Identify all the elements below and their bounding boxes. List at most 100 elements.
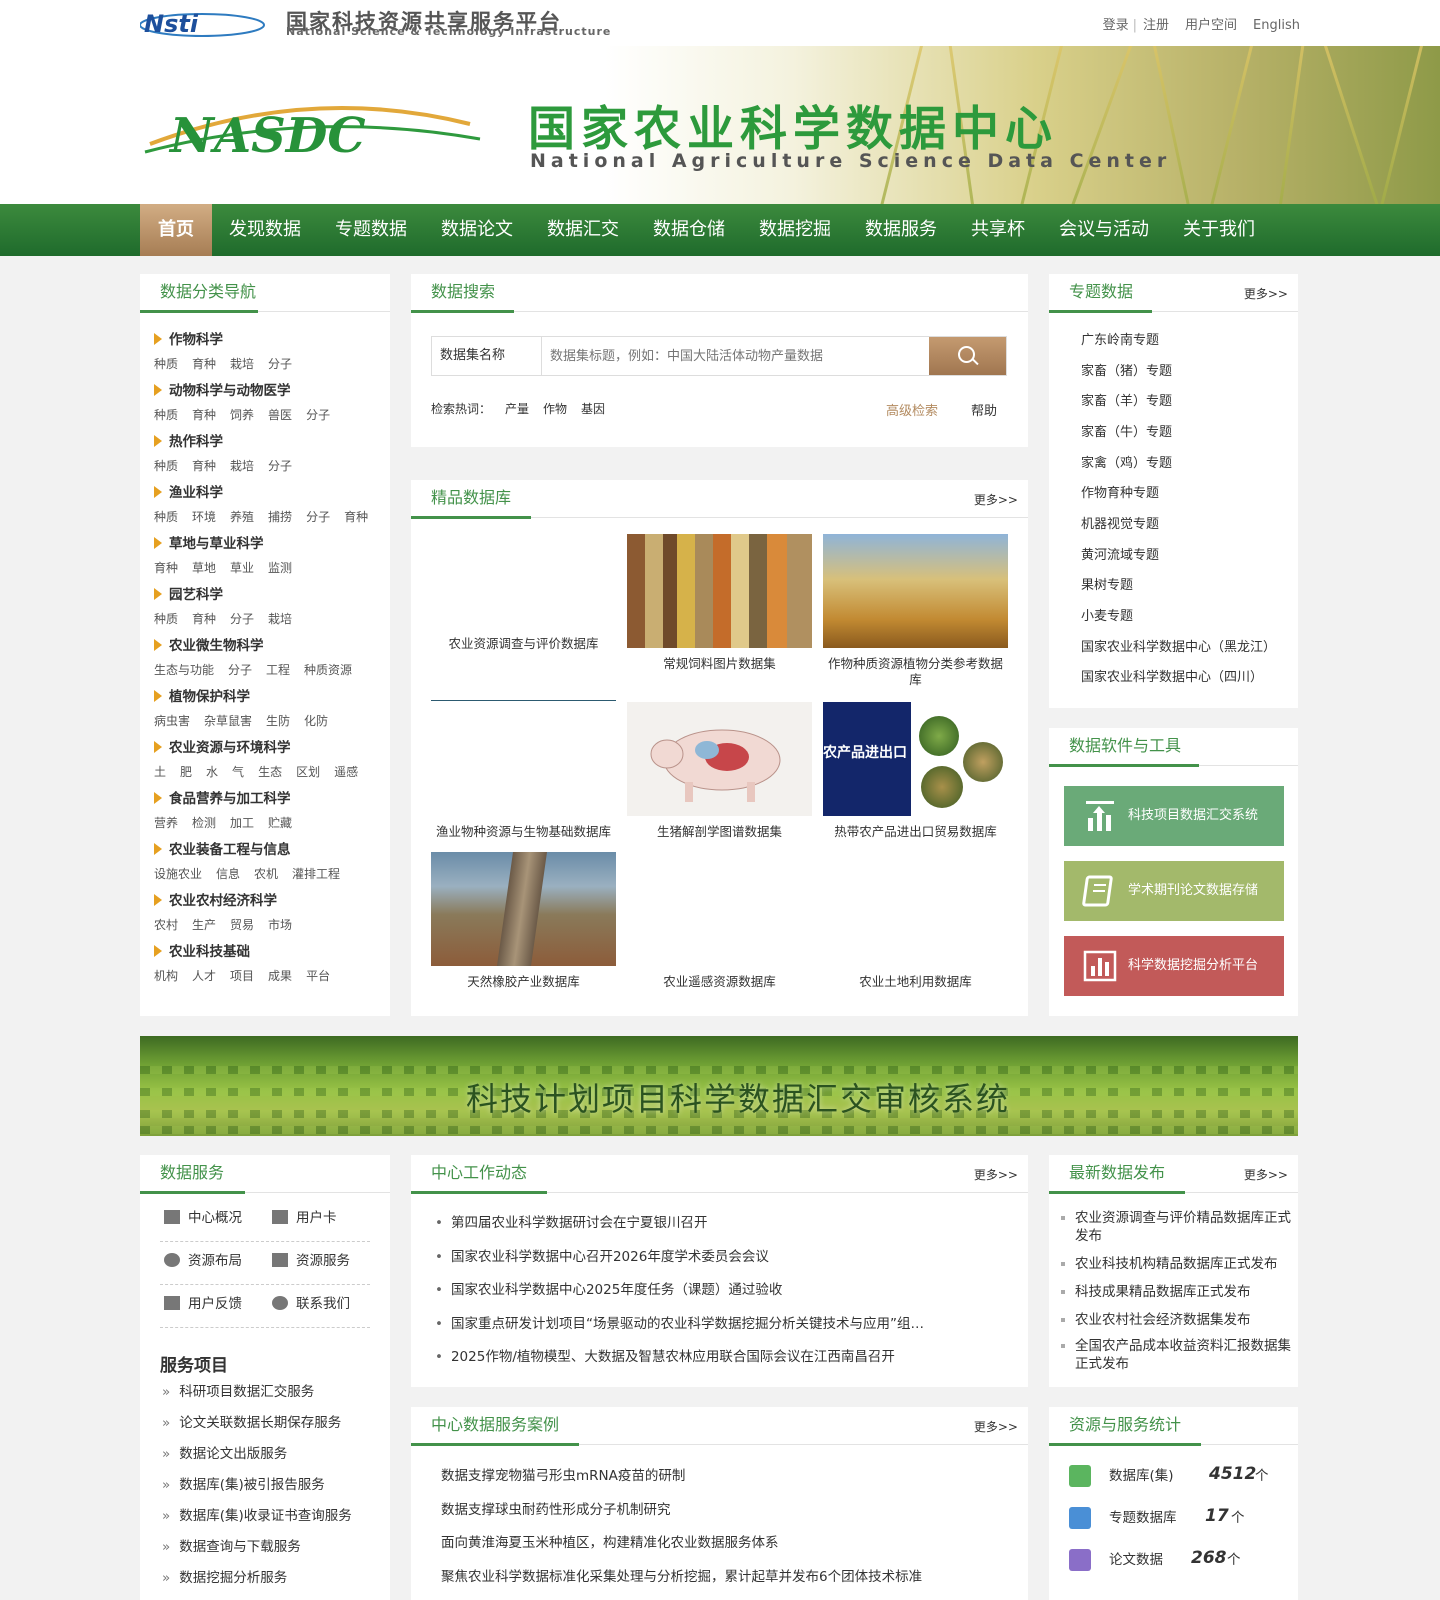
nasdc-logo[interactable]: NASDC [140,94,485,164]
subcategory[interactable]: 栽培 [230,459,254,473]
category-name[interactable]: 食品营养与加工科学 [154,787,380,811]
release-item[interactable]: 农业资源调查与评价精品数据库正式发布 [1061,1209,1295,1245]
topic-item[interactable]: 家畜（猪）专题 [1081,357,1291,387]
category-name[interactable]: 农业科技基础 [154,940,380,964]
subcategory[interactable]: 育种 [192,357,216,371]
nav-about[interactable]: 关于我们 [1166,204,1272,256]
subcategory[interactable]: 灌排工程 [292,867,340,881]
db-card[interactable]: 渔业物种资源与生物基础数据库 [431,702,616,852]
subcategory[interactable]: 育种 [192,408,216,422]
subcategory[interactable]: 信息 [216,867,240,881]
db-card-title[interactable]: 天然橡胶产业数据库 [431,974,616,990]
news-item[interactable]: 第四届农业科学数据研讨会在宁夏银川召开 [435,1207,935,1240]
nav-services[interactable]: 数据服务 [848,204,954,256]
subcategory[interactable]: 杂草鼠害 [204,714,252,728]
topic-item[interactable]: 家畜（牛）专题 [1081,418,1291,448]
subcategory[interactable]: 平台 [306,969,330,983]
subcategory[interactable]: 饲养 [230,408,254,422]
service-project-item[interactable]: 论文关联数据长期保存服务 [162,1408,341,1438]
category-name[interactable]: 植物保护科学 [154,685,380,709]
nav-papers[interactable]: 数据论文 [424,204,530,256]
more-link[interactable]: 更多>> [1244,1166,1288,1183]
subcategory[interactable]: 土 [154,765,166,779]
advanced-search-link[interactable]: 高级检索 [886,400,938,419]
subcategory[interactable]: 分子 [228,663,252,677]
subcategory[interactable]: 种质 [154,612,178,626]
subcategory[interactable]: 育种 [192,459,216,473]
subcategory[interactable]: 成果 [268,969,292,983]
release-item[interactable]: 农业农村社会经济数据集发布 [1061,1311,1295,1329]
category-name[interactable]: 园艺科学 [154,583,380,607]
hot-word[interactable]: 作物 [543,402,567,416]
case-item[interactable]: 面向黄淮海夏玉米种植区，构建精准化农业数据服务体系 [441,1527,931,1560]
subcategory[interactable]: 市场 [268,918,292,932]
subcategory[interactable]: 栽培 [230,357,254,371]
subcategory[interactable]: 贸易 [230,918,254,932]
search-button[interactable] [929,337,1006,375]
db-card-title[interactable]: 农业资源调查与评价数据库 [431,636,616,652]
subcategory[interactable]: 草业 [230,561,254,575]
subcategory[interactable]: 兽医 [268,408,292,422]
english-link[interactable]: English [1253,18,1300,33]
topic-item[interactable]: 作物育种专题 [1081,479,1291,509]
subcategory[interactable]: 区划 [296,765,320,779]
subcategory[interactable]: 机构 [154,969,178,983]
category-name[interactable]: 渔业科学 [154,481,380,505]
topic-item[interactable]: 黄河流域专题 [1081,541,1291,571]
service-project-item[interactable]: 数据查询与下载服务 [162,1532,301,1562]
db-card[interactable]: 作物种质资源植物分类参考数据库 [823,534,1008,694]
db-card[interactable]: 农业土地利用数据库 [823,852,1008,1002]
topic-item[interactable]: 果树专题 [1081,571,1291,601]
login-link[interactable]: 登录 [1103,18,1129,33]
news-item[interactable]: 国家农业科学数据中心2025年度任务（课题）通过验收 [435,1274,935,1307]
topic-item[interactable]: 家畜（羊）专题 [1081,387,1291,417]
subcategory[interactable]: 种质 [154,357,178,371]
topic-item[interactable]: 家禽（鸡）专题 [1081,449,1291,479]
topic-item[interactable]: 广东岭南专题 [1081,326,1291,356]
subcategory[interactable]: 贮藏 [268,816,292,830]
db-card-title[interactable]: 渔业物种资源与生物基础数据库 [431,824,616,840]
case-item[interactable]: 数据支撑球虫耐药性形成分子机制研究 [441,1494,931,1527]
db-card-title[interactable]: 热带农产品进出口贸易数据库 [823,824,1008,840]
service-resource[interactable]: 资源服务 [272,1240,350,1283]
subcategory[interactable]: 农村 [154,918,178,932]
service-contact[interactable]: 联系我们 [272,1283,350,1326]
more-link[interactable]: 更多>> [1244,285,1288,302]
nav-topics[interactable]: 专题数据 [318,204,424,256]
subcategory[interactable]: 栽培 [268,612,292,626]
register-link[interactable]: 注册 [1143,18,1169,33]
subcategory[interactable]: 种质 [154,459,178,473]
subcategory[interactable]: 种质 [154,510,178,524]
release-item[interactable]: 农业科技机构精品数据库正式发布 [1061,1255,1295,1273]
topic-item[interactable]: 小麦专题 [1081,602,1291,632]
subcategory[interactable]: 水 [206,765,218,779]
subcategory[interactable]: 草地 [192,561,216,575]
service-feedback[interactable]: 用户反馈 [164,1283,242,1326]
category-name[interactable]: 农业农村经济科学 [154,889,380,913]
nav-home[interactable]: 首页 [140,204,212,256]
subcategory[interactable]: 捕捞 [268,510,292,524]
db-card-title[interactable]: 农业土地利用数据库 [823,974,1008,990]
nav-repository[interactable]: 数据仓储 [636,204,742,256]
db-card-title[interactable]: 作物种质资源植物分类参考数据库 [823,656,1008,688]
db-card[interactable]: 天然橡胶产业数据库 [431,852,616,1002]
hot-word[interactable]: 产量 [505,402,529,416]
subcategory[interactable]: 分子 [306,408,330,422]
subcategory[interactable]: 分子 [306,510,330,524]
db-card[interactable]: 常规饲料图片数据集 [627,534,812,694]
service-project-item[interactable]: 数据挖掘分析服务 [162,1563,287,1593]
subcategory[interactable]: 化防 [304,714,328,728]
tool-submission-system[interactable]: 科技项目数据汇交系统 [1064,786,1284,846]
category-name[interactable]: 农业装备工程与信息 [154,838,380,862]
db-card[interactable]: 农业资源调查与评价数据库 [431,534,616,701]
category-name[interactable]: 草地与草业科学 [154,532,380,556]
subcategory[interactable]: 种质 [154,408,178,422]
subcategory[interactable]: 生防 [266,714,290,728]
subcategory[interactable]: 肥 [180,765,192,779]
subcategory[interactable]: 育种 [344,510,368,524]
subcategory[interactable]: 养殖 [230,510,254,524]
subcategory[interactable]: 营养 [154,816,178,830]
tool-mining-platform[interactable]: 科学数据挖掘分析平台 [1064,936,1284,996]
news-item[interactable]: 2025作物/植物模型、大数据及智慧农林应用联合国际会议在江西南昌召开 [435,1341,935,1374]
service-project-item[interactable]: 数据库(集)被引报告服务 [162,1470,325,1500]
